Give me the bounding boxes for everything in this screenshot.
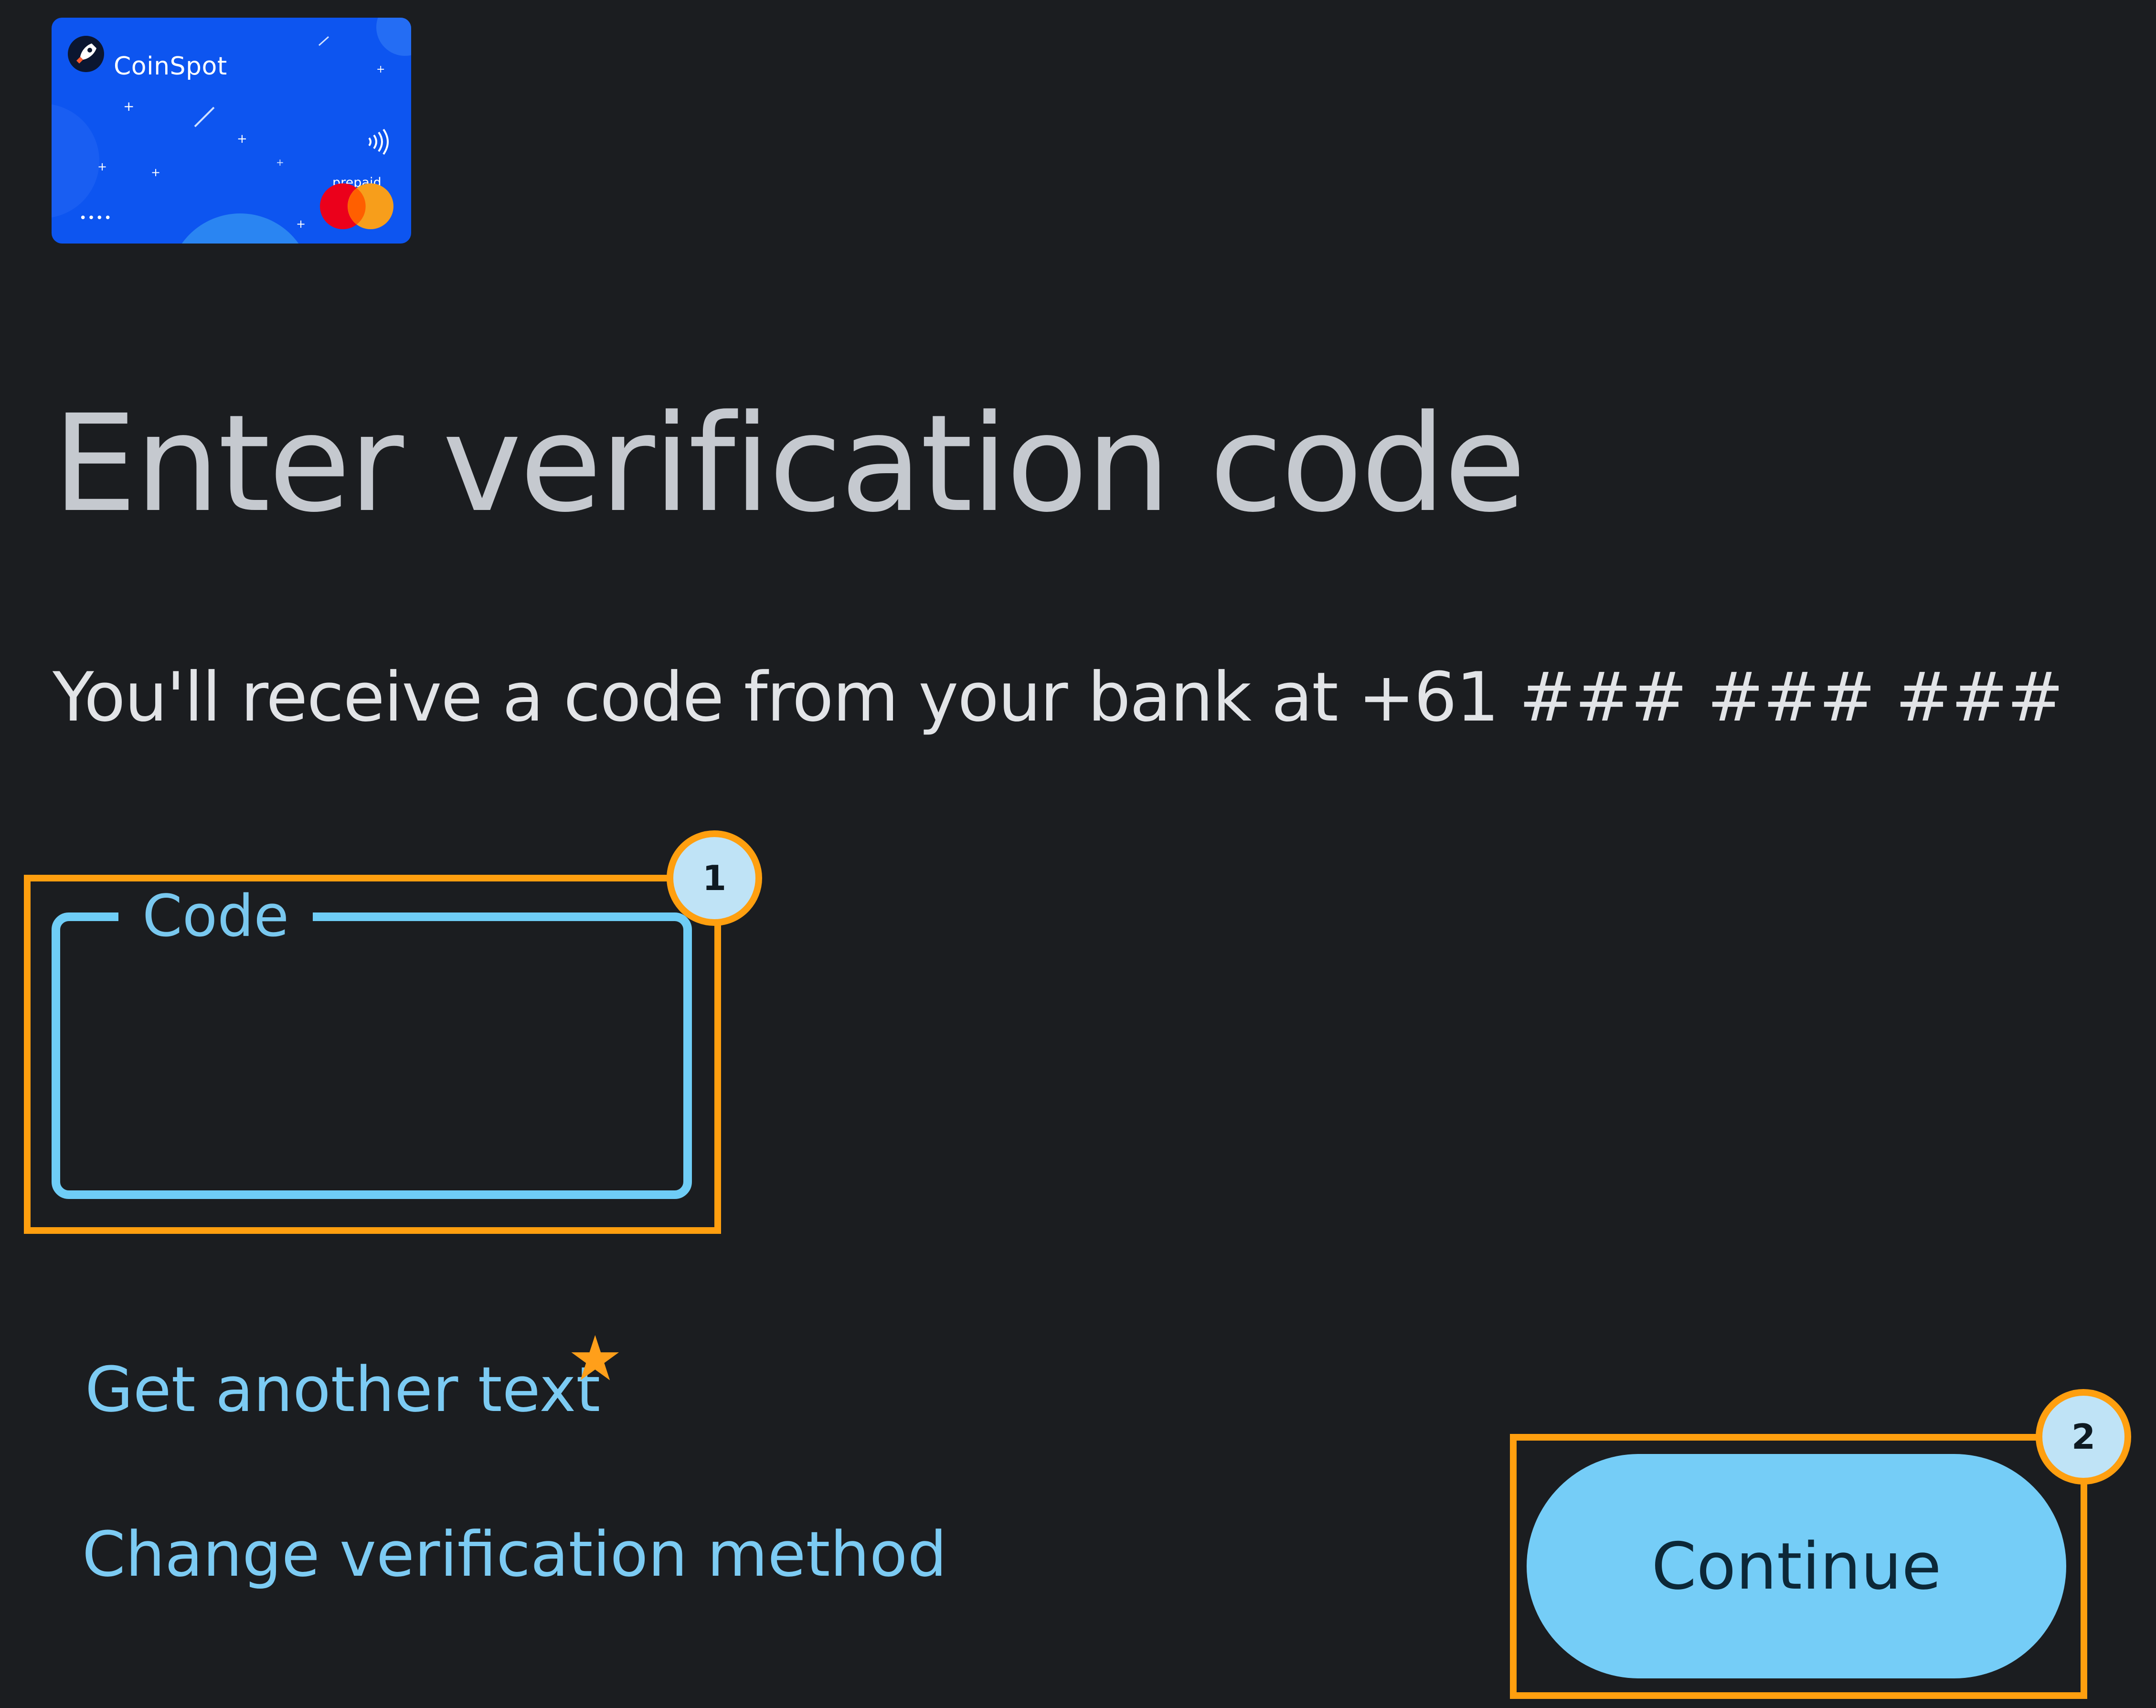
get-another-text-link[interactable]: Get another text xyxy=(85,1358,600,1421)
annotation-badge-1: 1 xyxy=(667,830,762,926)
svg-text:+: + xyxy=(296,217,306,231)
svg-text:+: + xyxy=(237,132,247,146)
svg-text:+: + xyxy=(97,160,107,173)
mastercard-logo-icon xyxy=(320,183,393,229)
card-image: + + + + + + + CoinSpot prepaid •••• xyxy=(52,18,411,244)
page-title: Enter verification code xyxy=(53,386,1526,542)
card-brand-name: CoinSpot xyxy=(114,52,227,81)
rocket-logo-icon xyxy=(68,36,104,72)
annotation-badge-2: 2 xyxy=(2036,1389,2131,1485)
star-icon: ★ xyxy=(567,1324,623,1393)
svg-text:+: + xyxy=(151,166,160,179)
change-verification-method-link[interactable]: Change verification method xyxy=(82,1523,947,1585)
card-masked-number: •••• xyxy=(79,211,113,225)
svg-text:+: + xyxy=(123,98,134,114)
annotation-box-continue xyxy=(1510,1434,2087,1699)
svg-text:+: + xyxy=(276,157,284,168)
svg-text:+: + xyxy=(376,64,385,75)
contactless-icon xyxy=(368,128,389,155)
annotation-box-code-field xyxy=(24,875,721,1234)
page-subtitle: You'll receive a code from your bank at … xyxy=(53,658,2064,737)
